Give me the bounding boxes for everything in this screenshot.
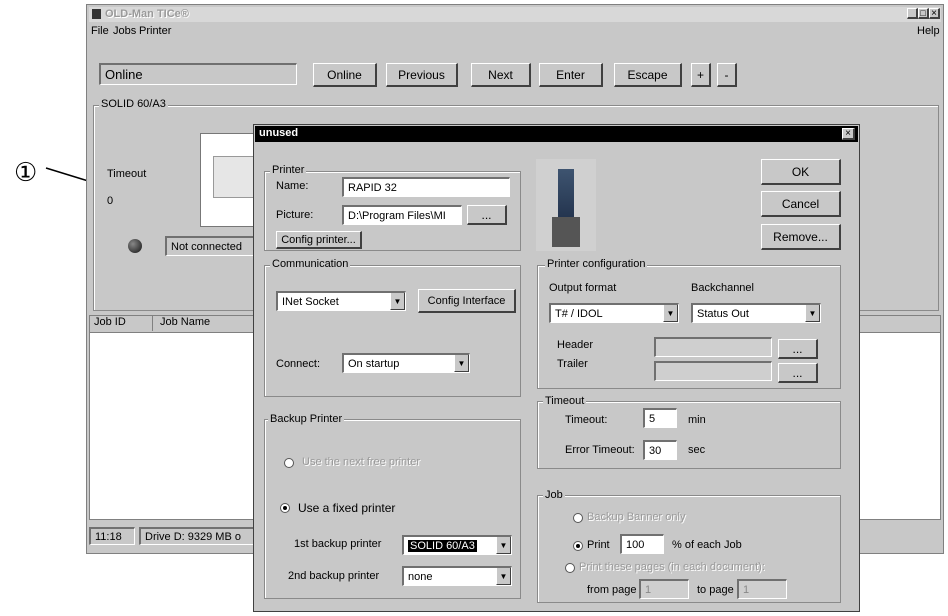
- communication-group: [264, 265, 521, 397]
- header-label: Header: [557, 339, 594, 351]
- picture-path-input[interactable]: D:\Program Files\MI: [342, 205, 462, 225]
- dialog-title: unused: [259, 127, 299, 139]
- chevron-down-icon[interactable]: ▼: [663, 305, 678, 322]
- printer-name-label: Name:: [276, 180, 309, 192]
- menu-printer[interactable]: Printer: [139, 25, 171, 37]
- header-input[interactable]: [654, 337, 772, 357]
- printer-timeout-value: 0: [107, 195, 114, 207]
- first-backup-label: 1st backup printer: [294, 538, 382, 550]
- from-page-label: from page: [587, 584, 637, 596]
- second-backup-label: 2nd backup printer: [288, 570, 380, 582]
- connection-led-icon: [128, 239, 142, 253]
- option-print-label: Print: [587, 539, 610, 551]
- print-percent-input[interactable]: 100: [620, 534, 664, 554]
- first-backup-select[interactable]: SOLID 60/A3 ▼: [402, 535, 512, 555]
- ok-button[interactable]: OK: [761, 159, 841, 185]
- radio-pages[interactable]: [565, 563, 575, 573]
- printer-config-group-title: Printer configuration: [545, 258, 648, 270]
- interface-select[interactable]: INet Socket ▼: [276, 291, 406, 311]
- timeout-group-title: Timeout: [543, 395, 587, 407]
- job-group-title: Job: [543, 489, 565, 501]
- to-page-label: to page: [697, 584, 734, 596]
- backchannel-label: Backchannel: [691, 282, 754, 294]
- radio-fixed-printer[interactable]: [280, 503, 290, 513]
- chevron-down-icon[interactable]: ▼: [454, 355, 469, 372]
- annotation-marker: ①: [14, 158, 38, 188]
- enter-button[interactable]: Enter: [539, 63, 603, 87]
- backchannel-select[interactable]: Status Out ▼: [691, 303, 821, 323]
- minus-button[interactable]: -: [717, 63, 737, 87]
- radio-next-free[interactable]: [284, 458, 294, 468]
- from-page-input[interactable]: 1: [639, 579, 689, 599]
- backup-printer-group-title: Backup Printer: [268, 413, 345, 425]
- communication-group-title: Communication: [270, 258, 351, 270]
- error-timeout-unit: sec: [688, 444, 706, 456]
- timeout-group: [537, 401, 841, 469]
- trailer-label: Trailer: [557, 358, 588, 370]
- output-format-select[interactable]: T# / IDOL ▼: [549, 303, 679, 323]
- menu-help[interactable]: Help: [917, 25, 940, 37]
- option-fixed-label: Use a fixed printer: [298, 501, 396, 515]
- config-printer-button[interactable]: Config printer...: [276, 231, 362, 249]
- picture-label: Picture:: [276, 209, 314, 221]
- printer-timeout-label: Timeout: [107, 168, 147, 180]
- remove-button[interactable]: Remove...: [761, 224, 841, 250]
- connect-label: Connect:: [276, 358, 321, 370]
- option-pages-label: Print these pages (in each document):: [579, 561, 765, 573]
- minimize-button[interactable]: _: [907, 8, 918, 19]
- maximize-button[interactable]: □: [918, 8, 929, 19]
- statusbar-drive: Drive D: 9329 MB o: [139, 527, 259, 545]
- column-job-name[interactable]: Job Name: [154, 316, 260, 331]
- dialog-title-bar: unused ×: [255, 126, 858, 142]
- to-page-input[interactable]: 1: [737, 579, 787, 599]
- radio-print[interactable]: [573, 541, 583, 551]
- menu-jobs[interactable]: Jobs: [113, 25, 136, 37]
- timeout-label: Timeout:: [565, 414, 608, 426]
- plus-button[interactable]: +: [691, 63, 711, 87]
- printer-name-input[interactable]: RAPID 32: [342, 177, 510, 197]
- connect-select[interactable]: On startup ▼: [342, 353, 470, 373]
- statusbar-time: 11:18: [89, 527, 135, 545]
- chevron-down-icon[interactable]: ▼: [390, 293, 405, 310]
- previous-button[interactable]: Previous: [386, 63, 458, 87]
- config-interface-button[interactable]: Config Interface: [418, 289, 516, 313]
- app-icon: [92, 9, 101, 19]
- chevron-down-icon[interactable]: ▼: [496, 568, 511, 585]
- close-button[interactable]: ×: [929, 8, 940, 19]
- column-job-id[interactable]: Job ID: [90, 316, 153, 331]
- menu-file[interactable]: File: [91, 25, 109, 37]
- error-timeout-label: Error Timeout:: [565, 444, 635, 456]
- error-timeout-input[interactable]: 30: [643, 440, 677, 460]
- status-field: Online: [99, 63, 297, 85]
- printer-group-title: Printer: [270, 164, 307, 176]
- dialog-window: unused × Printer Name: RAPID 32 Picture:…: [253, 124, 860, 612]
- printer-panel-title: SOLID 60/A3: [99, 98, 168, 110]
- next-button[interactable]: Next: [471, 63, 531, 87]
- second-backup-select[interactable]: none ▼: [402, 566, 512, 586]
- trailer-browse-button[interactable]: ...: [778, 363, 818, 383]
- trailer-input[interactable]: [654, 361, 772, 381]
- dialog-close-button[interactable]: ×: [842, 128, 855, 140]
- chevron-down-icon[interactable]: ▼: [496, 537, 511, 554]
- main-title-bar: OLD-Man TICe® _ □ ×: [89, 7, 941, 22]
- header-browse-button[interactable]: ...: [778, 339, 818, 359]
- picture-browse-button[interactable]: ...: [467, 205, 507, 225]
- output-format-label: Output format: [549, 282, 617, 294]
- print-percent-suffix: % of each Job: [672, 539, 742, 551]
- option-banner-label: Backup Banner only: [587, 511, 686, 523]
- radio-banner-only[interactable]: [573, 513, 583, 523]
- timeout-input[interactable]: 5: [643, 408, 677, 428]
- timeout-unit: min: [688, 414, 706, 426]
- main-window-title: OLD-Man TICe®: [105, 8, 189, 20]
- online-button[interactable]: Online: [313, 63, 377, 87]
- option-next-free-label: Use the next free printer: [302, 456, 421, 468]
- escape-button[interactable]: Escape: [614, 63, 682, 87]
- printer-picture: [536, 159, 596, 251]
- connection-status: Not connected: [165, 236, 255, 256]
- cancel-button[interactable]: Cancel: [761, 191, 841, 217]
- chevron-down-icon[interactable]: ▼: [805, 305, 820, 322]
